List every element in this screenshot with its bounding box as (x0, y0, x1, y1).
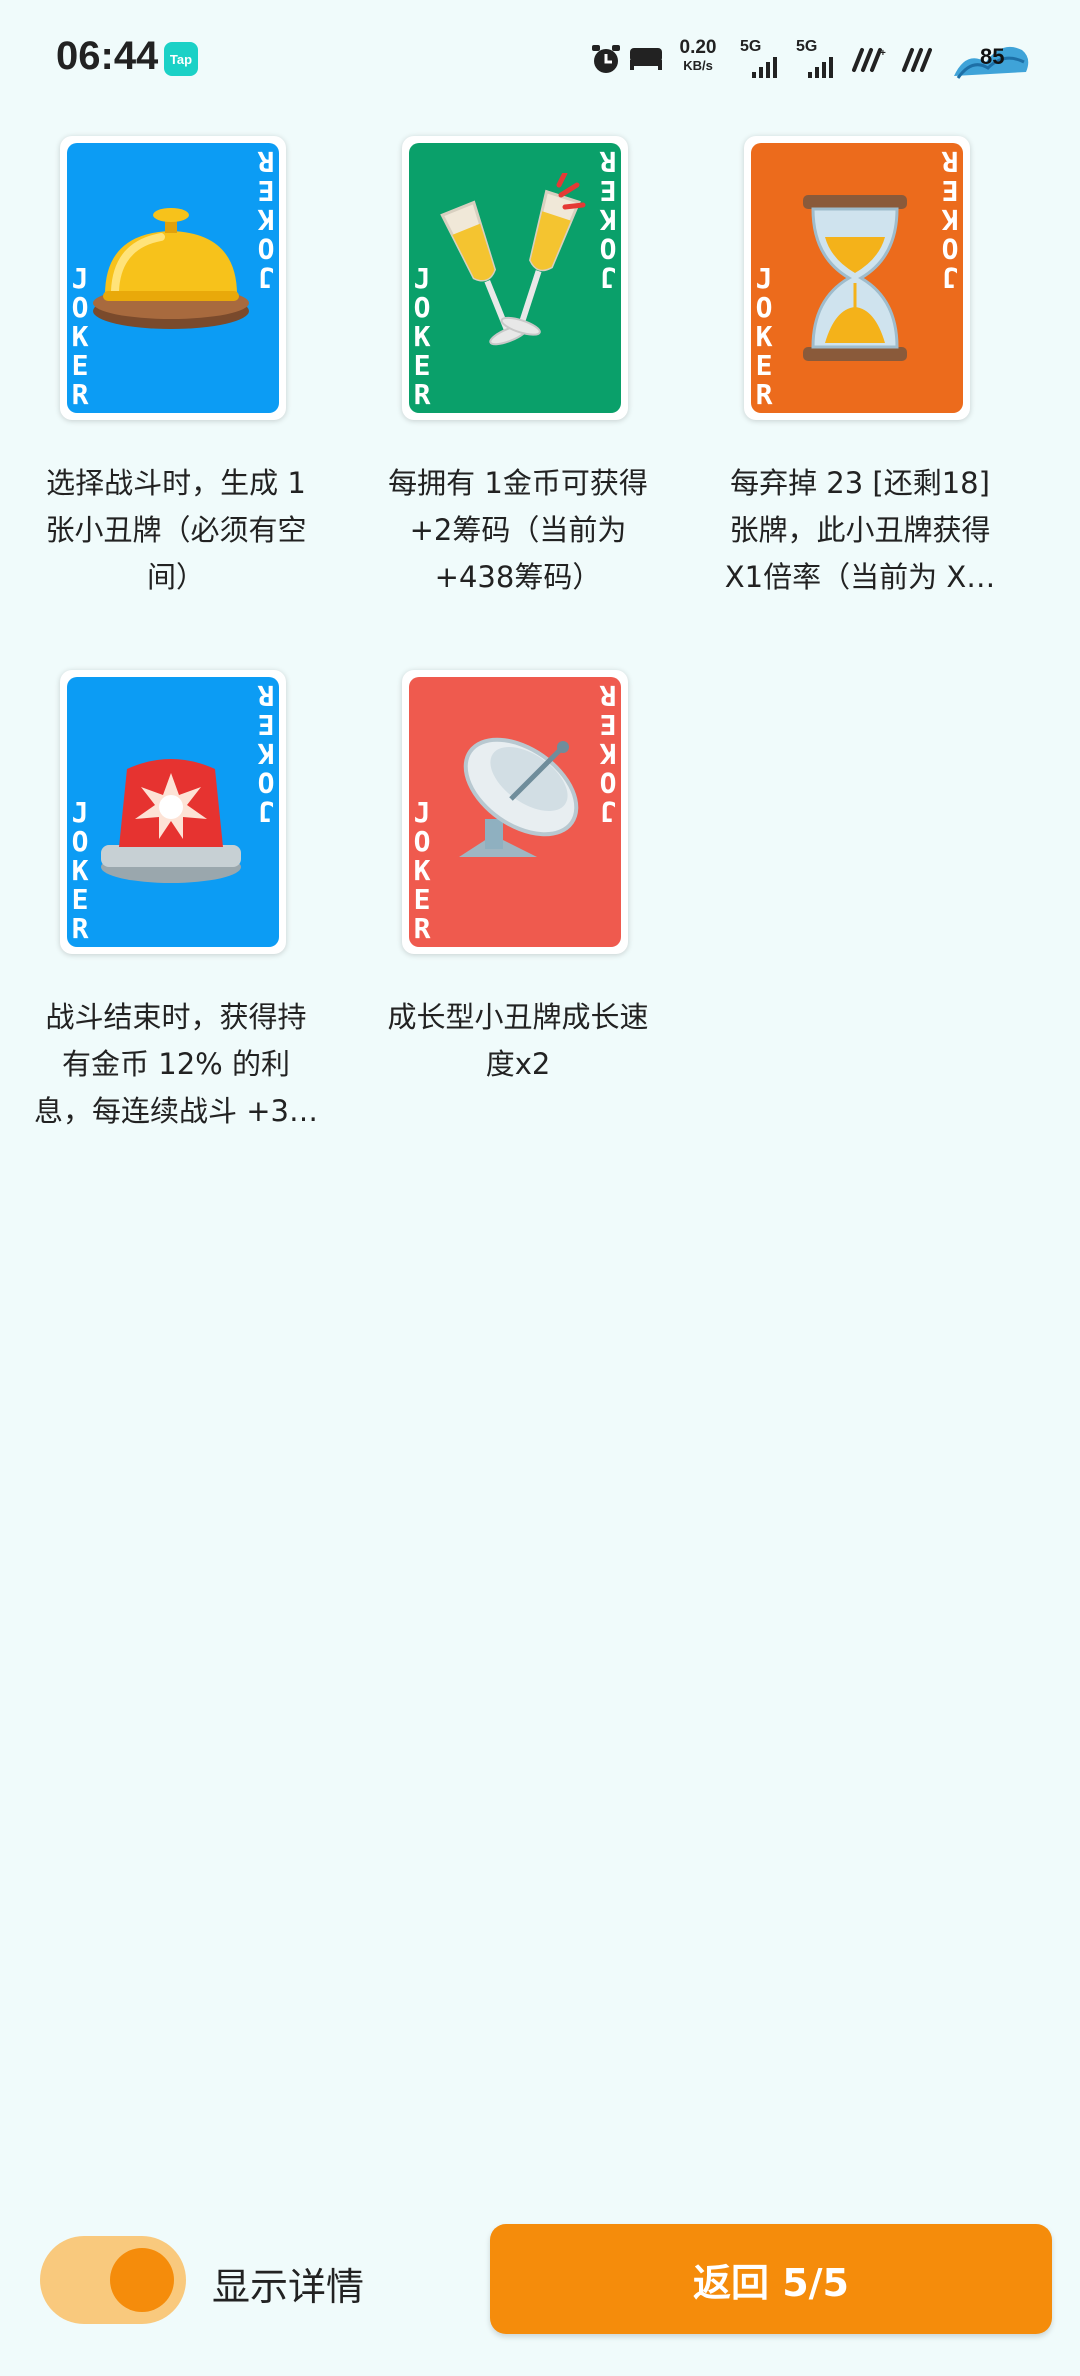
alarm-clock-icon (592, 45, 620, 73)
service-bell-icon (93, 208, 249, 329)
back-button[interactable]: 返回 5/5 (490, 2224, 1052, 2334)
joker-label-reversed: JOKER (599, 679, 617, 828)
joker-label-reversed: JOKER (257, 145, 275, 294)
svg-text:+: + (880, 48, 886, 59)
joker-card-description: 每弃掉 23 [还剩18] 张牌，此小丑牌获得 X1倍率（当前为 X… (724, 466, 996, 594)
joker-label: JOKER (755, 262, 773, 411)
satellite-dish-icon (459, 737, 579, 857)
joker-label: JOKER (413, 262, 431, 411)
joker-card[interactable]: JOKER JOKER (60, 136, 286, 420)
tap-app-icon: Tap (164, 42, 198, 76)
show-details-toggle[interactable] (40, 2236, 186, 2324)
hourglass-icon (803, 195, 907, 361)
status-time: 06:44 (56, 34, 159, 78)
sleep-mode-icon (630, 48, 662, 70)
joker-label: JOKER (71, 262, 89, 411)
signal-strength-icon (808, 57, 833, 78)
joker-card[interactable]: JOKER JOKER (402, 136, 628, 420)
joker-card-description: 战斗结束时，获得持有金币 12% 的利息，每连续战斗 +3… (34, 1000, 318, 1128)
joker-card[interactable]: JOKER JOKER (402, 670, 628, 954)
joker-card-face: JOKER JOKER (409, 143, 621, 413)
show-details-label: 显示详情 (212, 2265, 365, 2309)
signal-strength-icon (752, 57, 777, 78)
joker-card-face: JOKER JOKER (67, 677, 279, 947)
toggle-knob (110, 2248, 174, 2312)
joker-card-face: JOKER JOKER (409, 677, 621, 947)
status-bar: 06:44 Tap 0.20 KB/s 5G 5G + 85 (0, 0, 1080, 120)
joker-card[interactable]: JOKER JOKER (60, 670, 286, 954)
joker-label-reversed: JOKER (257, 679, 275, 828)
joker-label-reversed: JOKER (599, 145, 617, 294)
joker-label: JOKER (413, 796, 431, 945)
network-speed: 0.20 KB/s (679, 37, 717, 73)
joker-card-description: 成长型小丑牌成长速度x2 (387, 1000, 649, 1081)
joker-card-face: JOKER JOKER (751, 143, 963, 413)
joker-card-face: JOKER JOKER (67, 143, 279, 413)
police-siren-icon (101, 759, 241, 883)
joker-label-reversed: JOKER (941, 145, 959, 294)
joker-label: JOKER (71, 796, 89, 945)
battery-level: 85 (980, 44, 1005, 69)
joker-card-description: 每拥有 1金币可获得 +2筹码（当前为 +438筹码） (388, 466, 648, 594)
wifi-calling-icon: + (852, 48, 886, 72)
champagne-glasses-icon (440, 173, 586, 346)
joker-card-description: 选择战斗时，生成 1 张小丑牌（必须有空间） (45, 466, 307, 594)
joker-card[interactable]: JOKER JOKER (744, 136, 970, 420)
wifi-icon (902, 48, 932, 72)
